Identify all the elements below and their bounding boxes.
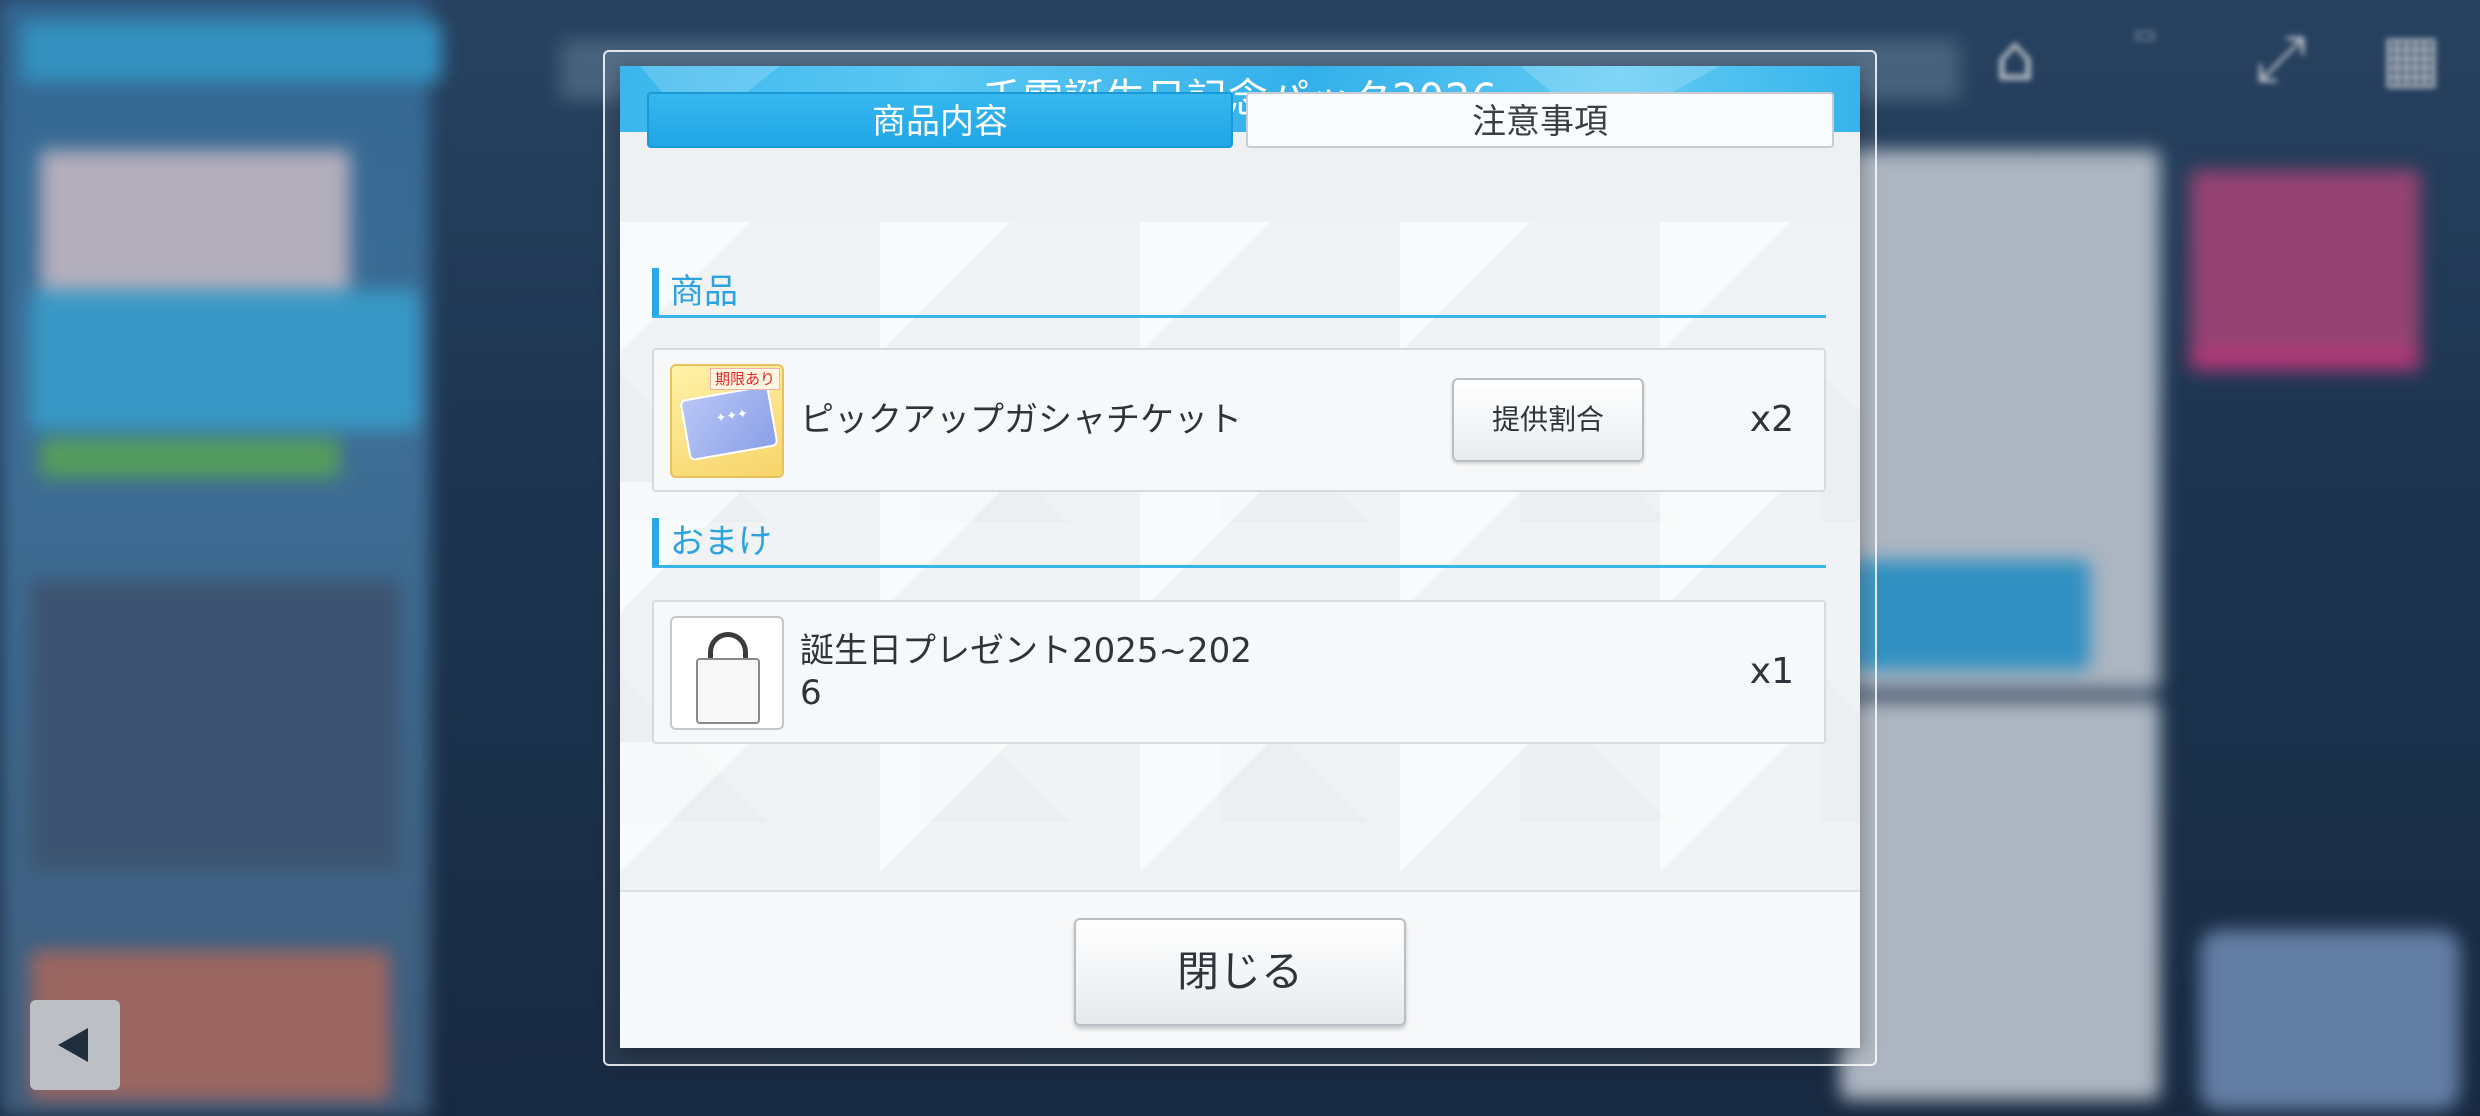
item-name: 誕生日プレゼント2025~2026 bbox=[800, 631, 1252, 713]
close-button[interactable]: 閉じる bbox=[1074, 918, 1406, 1026]
pickup-gasha-ticket-icon: ✦✦✦ 期限あり bbox=[670, 364, 784, 478]
section-accent-bar bbox=[652, 268, 659, 316]
list-item: ✦✦✦ 期限あり ピックアップガシャチケット 提供割合 x2 bbox=[652, 348, 1826, 492]
drop-rate-button[interactable]: 提供割合 bbox=[1452, 378, 1644, 462]
section-title: 商品 bbox=[670, 272, 738, 312]
section-accent-bar bbox=[652, 518, 659, 566]
birthday-present-bag-icon bbox=[670, 616, 784, 730]
section-header-bonus: おまけ bbox=[652, 518, 1826, 568]
item-quantity: x2 bbox=[1749, 399, 1794, 440]
tab-notes[interactable]: 注意事項 bbox=[1246, 92, 1834, 148]
section-header-products: 商品 bbox=[652, 268, 1826, 318]
limited-badge: 期限あり bbox=[709, 368, 780, 390]
list-item: 誕生日プレゼント2025~2026 x1 bbox=[652, 600, 1826, 744]
item-quantity: x1 bbox=[1749, 651, 1794, 692]
item-name: ピックアップガシャチケット bbox=[800, 400, 1242, 440]
section-title: おまけ bbox=[670, 522, 772, 562]
tab-product-contents[interactable]: 商品内容 bbox=[647, 92, 1233, 148]
